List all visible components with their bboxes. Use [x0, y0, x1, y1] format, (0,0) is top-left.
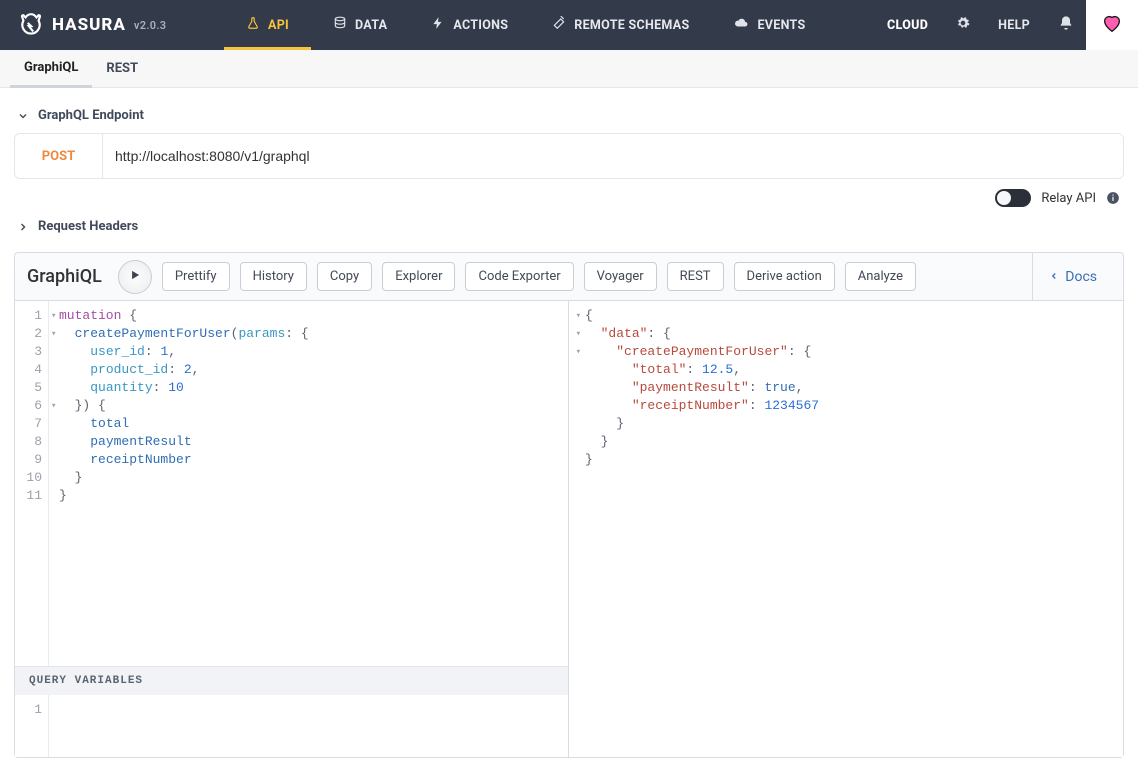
nav-label: DATA	[355, 18, 387, 33]
query-variables-header[interactable]: Query Variables	[15, 666, 568, 695]
nav-right: CLOUD HELP	[871, 0, 1138, 50]
query-code[interactable]: mutation { createPaymentForUser(params: …	[49, 301, 317, 666]
endpoint-section-head[interactable]: GraphQL Endpoint	[14, 104, 1124, 133]
result-pane: ▾▾▾ { "data": { "createPaymentForUser": …	[569, 301, 1123, 757]
tab-graphiql[interactable]: GraphiQL	[10, 50, 92, 88]
variables-code[interactable]	[49, 695, 67, 757]
nav-label: CLOUD	[887, 18, 928, 33]
graphiql-toolbar: GraphiQL Prettify History Copy Explorer …	[15, 253, 1123, 301]
nav-api[interactable]: API	[224, 0, 311, 50]
nav-remote-schemas[interactable]: REMOTE SCHEMAS	[530, 0, 711, 50]
database-icon	[333, 16, 347, 34]
nav-label: HELP	[998, 18, 1030, 33]
love-button[interactable]	[1086, 0, 1138, 50]
voyager-button[interactable]: Voyager	[584, 262, 657, 291]
endpoint-url-input[interactable]	[103, 134, 1123, 178]
info-icon[interactable]	[1106, 191, 1120, 205]
docs-label: Docs	[1065, 269, 1097, 285]
code-exporter-button[interactable]: Code Exporter	[465, 262, 573, 291]
bolt-icon	[431, 16, 445, 34]
hasura-logo-icon	[18, 12, 44, 38]
graphiql-panel: GraphiQL Prettify History Copy Explorer …	[14, 252, 1124, 758]
relay-toggle[interactable]	[995, 189, 1031, 207]
gear-icon	[956, 16, 970, 34]
brand-version: v2.0.3	[134, 19, 166, 32]
subnav: GraphiQL REST	[0, 50, 1138, 88]
nav-label: EVENTS	[757, 18, 805, 33]
editors: 1234567891011 mutation { createPaymentFo…	[15, 301, 1123, 757]
nav-actions[interactable]: ACTIONS	[409, 0, 530, 50]
heart-icon	[1099, 12, 1125, 38]
section-title: Request Headers	[38, 219, 138, 234]
tab-label: REST	[106, 61, 138, 76]
bell-icon	[1058, 15, 1074, 35]
method-label: POST	[42, 149, 75, 164]
tab-label: GraphiQL	[24, 60, 78, 75]
prettify-button[interactable]: Prettify	[162, 262, 230, 291]
nav-cloud[interactable]: CLOUD	[871, 18, 944, 33]
nav-label: ACTIONS	[453, 18, 508, 33]
docs-button[interactable]: Docs	[1032, 253, 1113, 301]
line-gutter: 1234567891011	[15, 301, 49, 666]
settings-button[interactable]	[944, 16, 982, 34]
notifications-button[interactable]	[1046, 15, 1086, 35]
top-nav: HASURA v2.0.3 API DATA ACTIONS REMOTE	[0, 0, 1138, 50]
cloud-icon	[733, 16, 749, 34]
section-title: GraphQL Endpoint	[38, 108, 144, 123]
nav-events[interactable]: EVENTS	[711, 0, 827, 50]
chevron-left-icon	[1049, 269, 1059, 285]
chevron-down-icon	[16, 110, 30, 122]
query-editor[interactable]: 1234567891011 mutation { createPaymentFo…	[15, 301, 568, 666]
nav-help[interactable]: HELP	[982, 18, 1046, 33]
derive-action-button[interactable]: Derive action	[734, 262, 835, 291]
explorer-button[interactable]: Explorer	[382, 262, 455, 291]
copy-button[interactable]: Copy	[317, 262, 372, 291]
flask-icon	[246, 16, 260, 34]
query-variables-editor[interactable]: 1	[15, 695, 568, 757]
graphiql-title: GraphiQL	[25, 266, 108, 287]
page-body: GraphQL Endpoint POST Relay API Request …	[0, 88, 1138, 758]
nav-label: REMOTE SCHEMAS	[574, 18, 689, 33]
query-editor-pane: 1234567891011 mutation { createPaymentFo…	[15, 301, 569, 757]
analyze-button[interactable]: Analyze	[845, 262, 916, 291]
result-code: { "data": { "createPaymentForUser": { "t…	[581, 301, 827, 757]
line-gutter: 1	[15, 695, 49, 757]
headers-section-head[interactable]: Request Headers	[14, 215, 1124, 244]
execute-button[interactable]	[118, 260, 152, 294]
play-icon	[128, 267, 142, 286]
fold-gutter: ▾▾▾	[569, 301, 581, 757]
endpoint-row: POST	[14, 133, 1124, 179]
tab-rest[interactable]: REST	[92, 50, 152, 88]
wand-icon	[552, 16, 566, 34]
nav-data[interactable]: DATA	[311, 0, 409, 50]
nav-label: API	[268, 18, 289, 33]
history-button[interactable]: History	[240, 262, 307, 291]
relay-toggle-row: Relay API	[14, 179, 1124, 215]
main-nav: API DATA ACTIONS REMOTE SCHEMAS EVENTS	[224, 0, 871, 50]
http-method: POST	[15, 134, 103, 178]
brand-name: HASURA	[52, 15, 126, 35]
rest-button[interactable]: REST	[667, 262, 724, 291]
relay-label: Relay API	[1041, 191, 1096, 206]
brand[interactable]: HASURA v2.0.3	[0, 0, 224, 50]
chevron-right-icon	[16, 221, 30, 233]
